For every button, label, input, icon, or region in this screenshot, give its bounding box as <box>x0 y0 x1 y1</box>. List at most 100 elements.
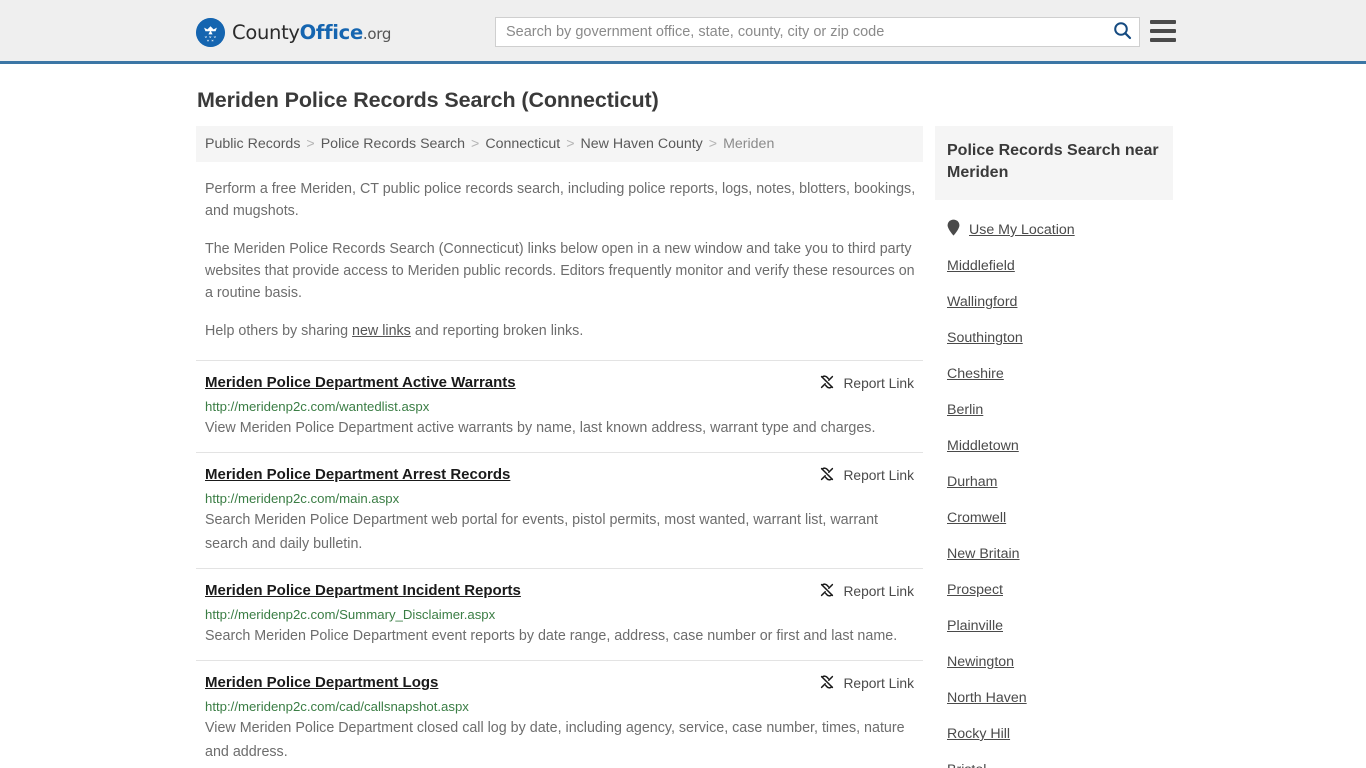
intro-paragraph-3: Help others by sharing new links and rep… <box>196 320 923 342</box>
report-link-label: Report Link <box>843 468 914 483</box>
result-url[interactable]: http://meridenp2c.com/wantedlist.aspx <box>205 398 914 415</box>
intro-text: Perform a free Meriden, CT public police… <box>196 178 923 342</box>
nearby-cities-list: Use My Location Middlefield Wallingford … <box>935 212 1173 768</box>
sidebar-item-label[interactable]: Wallingford <box>947 294 1017 310</box>
search-input[interactable] <box>496 18 1105 46</box>
breadcrumb-separator: > <box>471 136 480 152</box>
report-link-label: Report Link <box>843 676 914 691</box>
result-item: Meriden Police Department Logs Report Li… <box>196 660 923 768</box>
sidebar-item-berlin[interactable]: Berlin <box>947 392 1173 428</box>
results-list: Meriden Police Department Active Warrant… <box>196 360 923 768</box>
breadcrumb-item-meriden[interactable]: Meriden <box>723 136 774 152</box>
broken-link-icon <box>819 582 835 601</box>
result-description: Search Meriden Police Department web por… <box>205 512 879 552</box>
sidebar-item-label[interactable]: New Britain <box>947 546 1020 562</box>
logo-text-office: Office <box>299 21 364 44</box>
result-url[interactable]: http://meridenp2c.com/cad/callsnapshot.a… <box>205 698 914 715</box>
report-link-label: Report Link <box>843 584 914 599</box>
sidebar-item-bristol[interactable]: Bristol <box>947 752 1173 768</box>
result-description: View Meriden Police Department active wa… <box>205 420 876 436</box>
sidebar-item-middletown[interactable]: Middletown <box>947 428 1173 464</box>
sidebar-item-wallingford[interactable]: Wallingford <box>947 284 1173 320</box>
logo-wordmark: CountyOffice.org <box>232 21 391 44</box>
result-title-link[interactable]: Meriden Police Department Logs <box>205 673 438 693</box>
sidebar-item-cheshire[interactable]: Cheshire <box>947 356 1173 392</box>
sidebar-heading: Police Records Search near Meriden <box>947 142 1159 181</box>
result-item: Meriden Police Department Arrest Records <box>196 452 923 568</box>
report-link-button[interactable]: Report Link <box>819 465 914 485</box>
hamburger-bar <box>1150 38 1176 42</box>
result-title-link[interactable]: Meriden Police Department Active Warrant… <box>205 373 516 393</box>
result-header: Meriden Police Department Logs Report Li… <box>205 673 914 693</box>
report-link-button[interactable]: Report Link <box>819 373 914 393</box>
logo-text-county: County <box>232 21 300 44</box>
sidebar-item-label[interactable]: Cheshire <box>947 366 1004 382</box>
sidebar-item-north-haven[interactable]: North Haven <box>947 680 1173 716</box>
eagle-seal-icon <box>196 18 225 47</box>
sidebar-item-label[interactable]: Newington <box>947 654 1014 670</box>
site-logo[interactable]: CountyOffice.org <box>196 18 391 47</box>
new-links-link[interactable]: new links <box>352 323 411 339</box>
sidebar-item-southington[interactable]: Southington <box>947 320 1173 356</box>
sidebar-item-label[interactable]: Bristol <box>947 762 986 768</box>
search-bar[interactable] <box>495 17 1140 47</box>
intro-p3-after: and reporting broken links. <box>410 323 584 339</box>
result-header: Meriden Police Department Arrest Records <box>205 465 914 485</box>
sidebar-item-cromwell[interactable]: Cromwell <box>947 500 1173 536</box>
result-item: Meriden Police Department Incident Repor… <box>196 568 923 660</box>
search-button[interactable] <box>1105 18 1139 46</box>
result-title-link[interactable]: Meriden Police Department Arrest Records <box>205 465 510 485</box>
sidebar-item-label[interactable]: North Haven <box>947 690 1027 706</box>
sidebar-item-label[interactable]: Berlin <box>947 402 983 418</box>
hamburger-bar <box>1150 20 1176 24</box>
intro-paragraph-1: Perform a free Meriden, CT public police… <box>205 181 916 219</box>
sidebar-item-new-britain[interactable]: New Britain <box>947 536 1173 572</box>
sidebar-item-durham[interactable]: Durham <box>947 464 1173 500</box>
result-url[interactable]: http://meridenp2c.com/Summary_Disclaimer… <box>205 606 914 623</box>
sidebar-item-rocky-hill[interactable]: Rocky Hill <box>947 716 1173 752</box>
sidebar: Police Records Search near Meriden Use M… <box>935 126 1173 768</box>
map-pin-icon <box>947 219 960 241</box>
sidebar-item-newington[interactable]: Newington <box>947 644 1173 680</box>
sidebar-item-label[interactable]: Durham <box>947 474 997 490</box>
sidebar-item-label[interactable]: Middlefield <box>947 258 1015 274</box>
sidebar-item-label[interactable]: Rocky Hill <box>947 726 1010 742</box>
main-content: Public Records > Police Records Search >… <box>196 126 923 768</box>
result-url[interactable]: http://meridenp2c.com/main.aspx <box>205 490 914 507</box>
hamburger-menu-icon[interactable] <box>1150 20 1176 42</box>
sidebar-item-plainville[interactable]: Plainville <box>947 608 1173 644</box>
breadcrumb-separator: > <box>708 136 718 152</box>
report-link-button[interactable]: Report Link <box>819 673 914 693</box>
sidebar-item-prospect[interactable]: Prospect <box>947 572 1173 608</box>
sidebar-item-label[interactable]: Southington <box>947 330 1023 346</box>
page-title: Meriden Police Records Search (Connectic… <box>197 88 659 112</box>
breadcrumb-item-public-records[interactable]: Public Records <box>205 136 300 152</box>
sidebar-item-use-my-location[interactable]: Use My Location <box>947 212 1173 248</box>
broken-link-icon <box>819 466 835 485</box>
result-description: View Meriden Police Department closed ca… <box>205 720 905 760</box>
breadcrumb-item-new-haven-county[interactable]: New Haven County <box>581 136 703 152</box>
site-header: CountyOffice.org <box>0 0 1366 64</box>
sidebar-item-label[interactable]: Use My Location <box>969 222 1075 238</box>
breadcrumb-item-connecticut[interactable]: Connecticut <box>485 136 560 152</box>
logo-text-tld: .org <box>362 25 392 43</box>
sidebar-item-label[interactable]: Prospect <box>947 582 1003 598</box>
sidebar-item-middlefield[interactable]: Middlefield <box>947 248 1173 284</box>
sidebar-header-panel: Police Records Search near Meriden <box>935 126 1173 200</box>
sidebar-item-label[interactable]: Plainville <box>947 618 1003 634</box>
search-icon <box>1113 21 1132 43</box>
sidebar-item-label[interactable]: Cromwell <box>947 510 1006 526</box>
intro-p3-before: Help others by sharing <box>205 323 353 339</box>
breadcrumb-separator: > <box>306 136 315 152</box>
breadcrumb: Public Records > Police Records Search >… <box>196 126 923 162</box>
report-link-button[interactable]: Report Link <box>819 581 914 601</box>
result-header: Meriden Police Department Active Warrant… <box>205 373 914 393</box>
intro-paragraph-2: The Meriden Police Records Search (Conne… <box>205 241 915 301</box>
breadcrumb-item-police-records-search[interactable]: Police Records Search <box>321 136 465 152</box>
result-header: Meriden Police Department Incident Repor… <box>205 581 914 601</box>
hamburger-bar <box>1150 29 1176 33</box>
result-title-link[interactable]: Meriden Police Department Incident Repor… <box>205 581 521 601</box>
sidebar-item-label[interactable]: Middletown <box>947 438 1019 454</box>
report-link-label: Report Link <box>843 376 914 391</box>
result-item: Meriden Police Department Active Warrant… <box>196 360 923 452</box>
